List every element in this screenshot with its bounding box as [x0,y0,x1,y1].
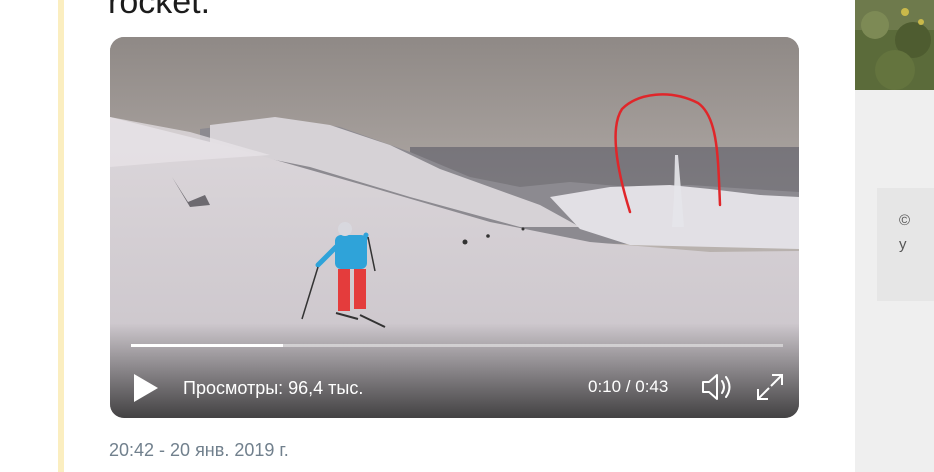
progress-bar-fill [131,344,283,347]
controls-overlay [110,323,799,418]
progress-bar[interactable] [131,344,783,347]
sidebar-thumbnail-image [855,0,934,90]
right-sidebar: © у [855,0,934,472]
volume-button[interactable] [700,371,736,403]
sidebar-card-text-1: © [899,212,911,229]
sidebar-thumbnail[interactable] [855,0,934,90]
video-player[interactable]: Просмотры: 96,4 тыс. 0:10 / 0:43 [110,37,799,418]
sidebar-card-text-2: у [899,236,907,253]
tweet-timestamp[interactable]: 20:42 - 20 янв. 2019 г. [109,440,289,461]
left-accent-bar [58,0,64,472]
volume-icon [702,374,731,400]
play-icon [134,374,158,402]
time-display: 0:10 / 0:43 [588,377,669,396]
view-count: Просмотры: 96,4 тыс. [183,378,364,398]
fullscreen-icon [757,374,783,400]
play-button[interactable] [132,372,160,404]
tweet-heading-text: rocket. [108,0,211,21]
fullscreen-button[interactable] [754,371,786,403]
